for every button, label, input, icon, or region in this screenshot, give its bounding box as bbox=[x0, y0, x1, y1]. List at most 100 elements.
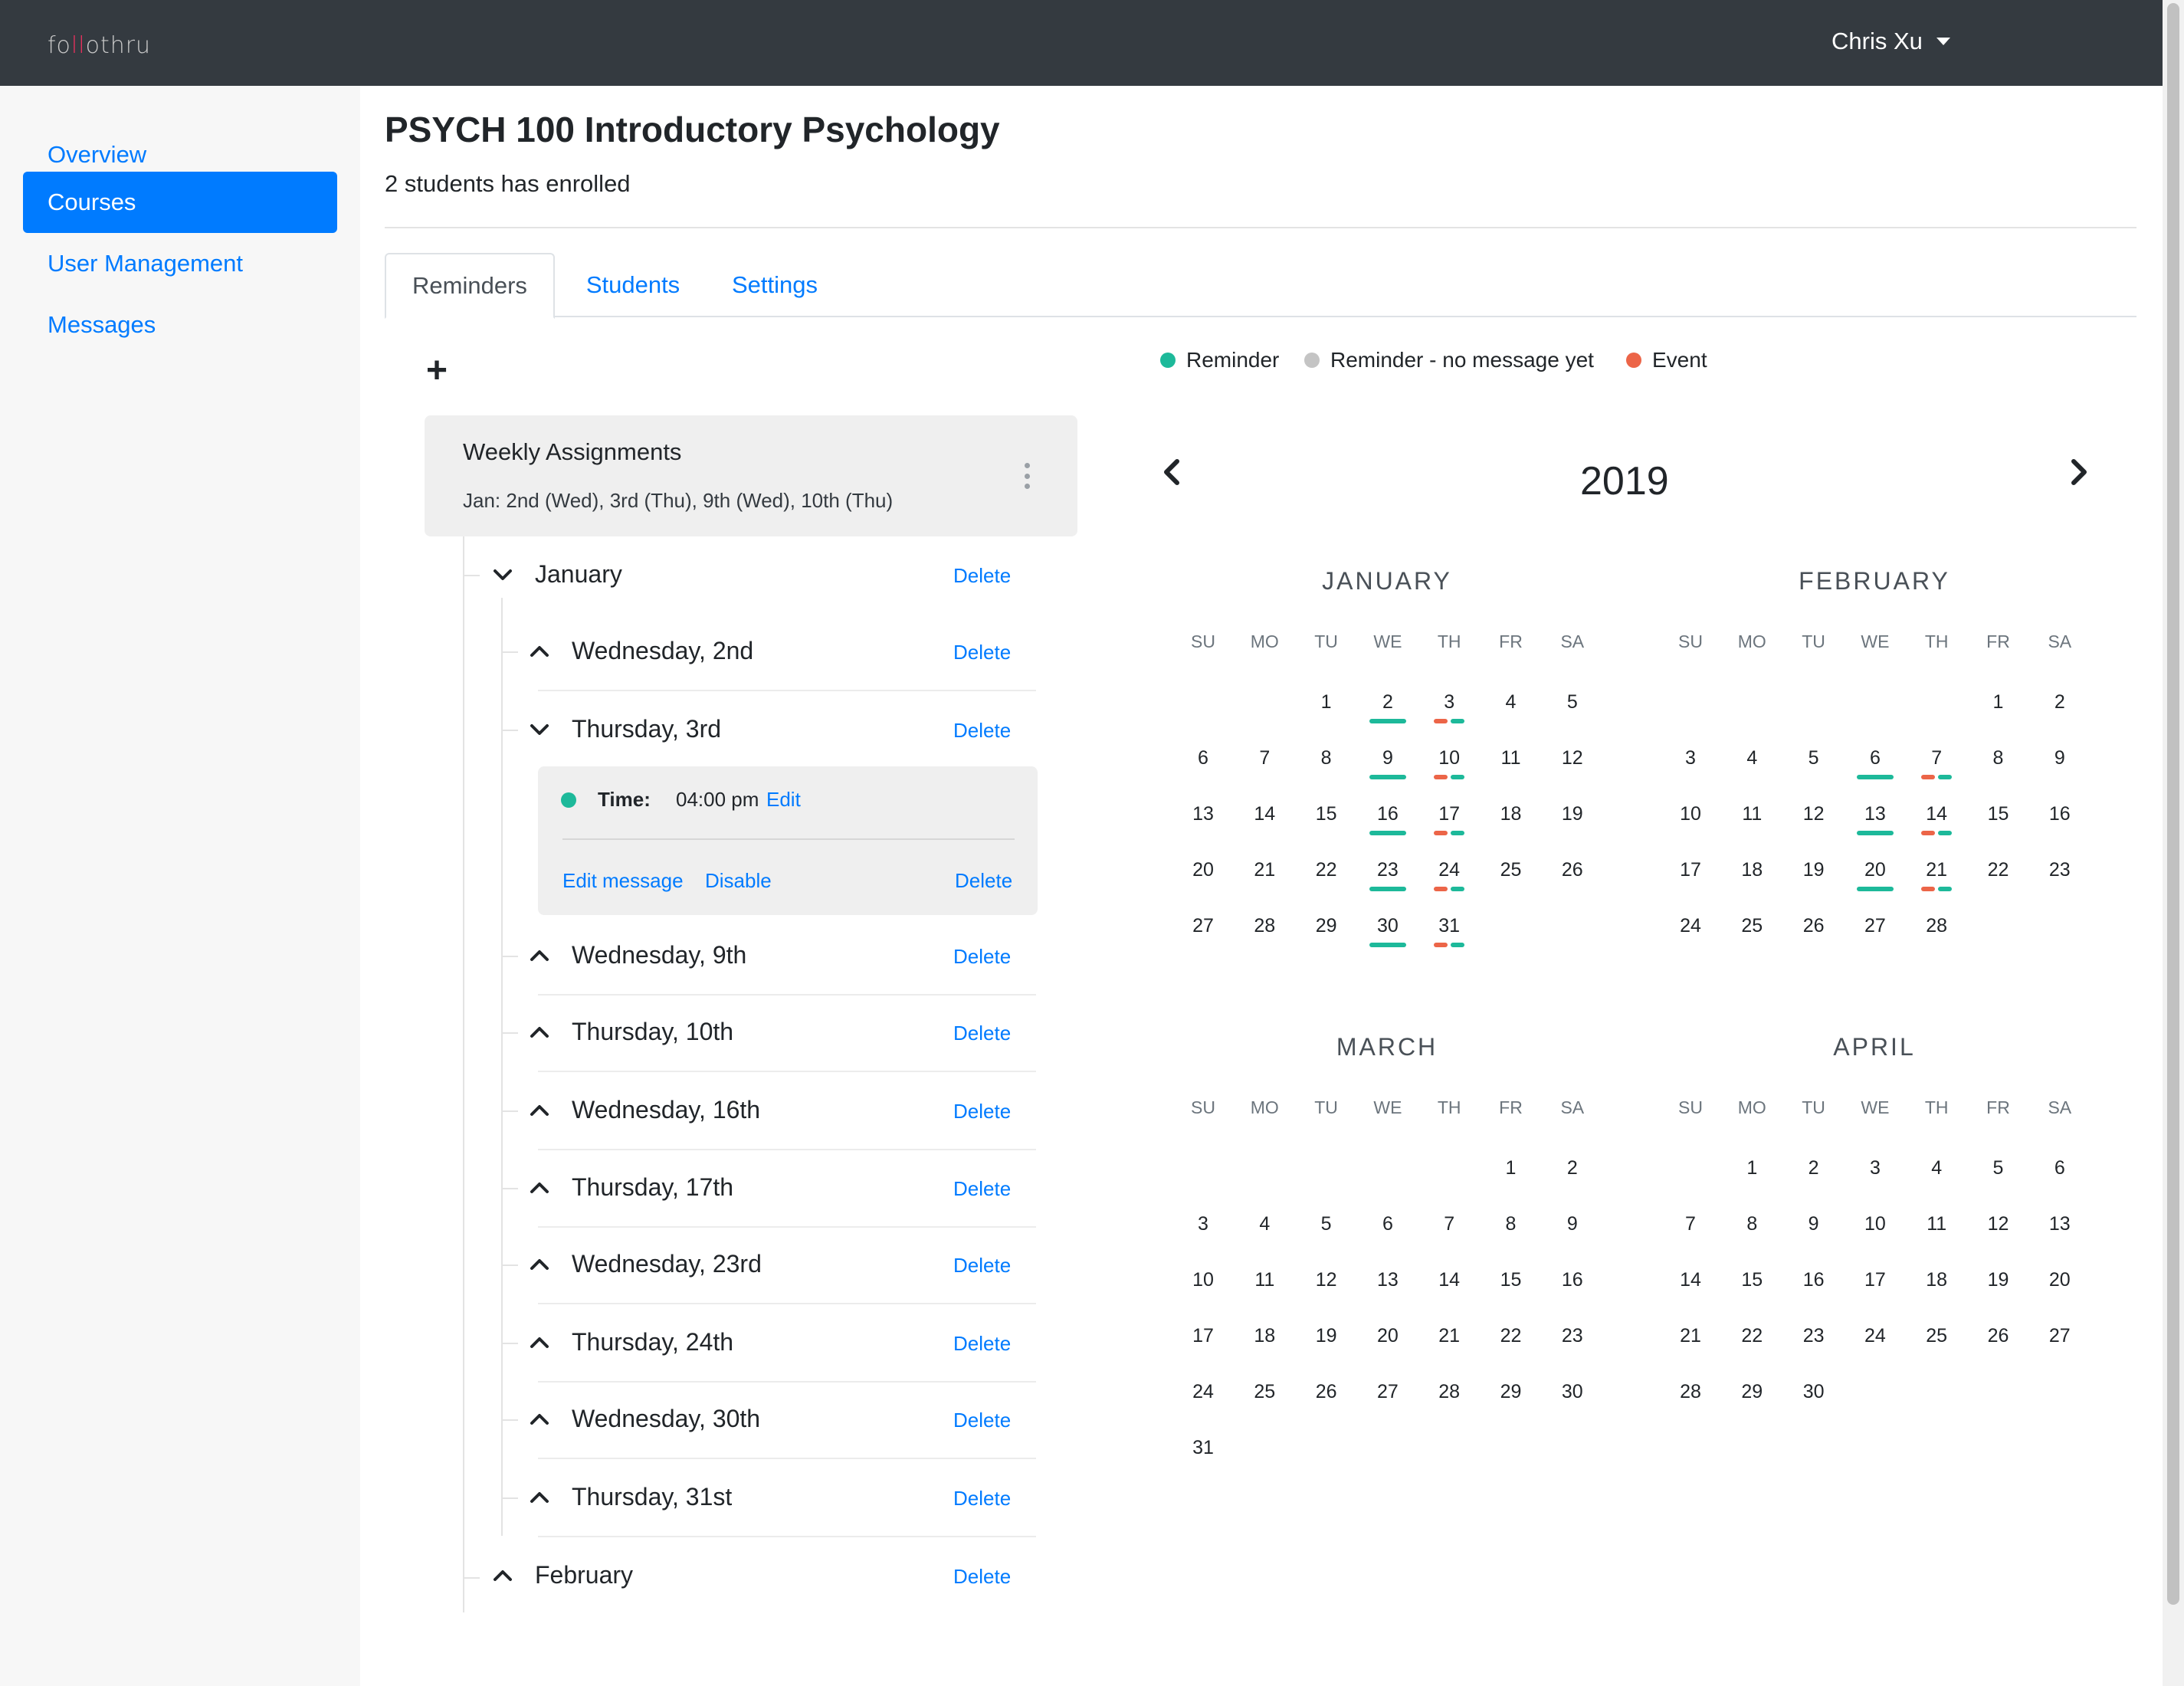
calendar-day[interactable]: 11 bbox=[1913, 1213, 1959, 1235]
calendar-day[interactable]: 13 bbox=[2037, 1213, 2083, 1235]
calendar-day[interactable]: 9 bbox=[1549, 1213, 1595, 1235]
chevron-up-icon[interactable] bbox=[489, 1562, 516, 1589]
calendar-day[interactable]: 8 bbox=[1304, 747, 1349, 769]
calendar-day[interactable]: 5 bbox=[1976, 1157, 2022, 1179]
calendar-day[interactable]: 22 bbox=[1976, 859, 2022, 881]
calendar-day[interactable]: 29 bbox=[1304, 915, 1349, 937]
calendar-day[interactable]: 4 bbox=[1488, 691, 1534, 713]
calendar-day[interactable]: 21 bbox=[1426, 1325, 1472, 1347]
calendar-day[interactable]: 21 bbox=[1913, 859, 1959, 881]
chevron-down-icon[interactable] bbox=[489, 561, 516, 589]
calendar-day[interactable]: 3 bbox=[1180, 1213, 1226, 1235]
calendar-day[interactable]: 24 bbox=[1668, 915, 1713, 937]
calendar-day[interactable]: 24 bbox=[1426, 859, 1472, 881]
sidebar-item-courses[interactable]: Courses bbox=[23, 172, 337, 233]
calendar-day[interactable]: 14 bbox=[1241, 803, 1287, 825]
calendar-day[interactable]: 7 bbox=[1913, 747, 1959, 769]
calendar-day[interactable]: 19 bbox=[1976, 1269, 2022, 1291]
calendar-day[interactable]: 4 bbox=[1913, 1157, 1959, 1179]
calendar-day[interactable]: 15 bbox=[1304, 803, 1349, 825]
calendar-day[interactable]: 2 bbox=[1791, 1157, 1837, 1179]
calendar-day[interactable]: 5 bbox=[1549, 691, 1595, 713]
calendar-day[interactable]: 1 bbox=[1976, 691, 2022, 713]
calendar-day[interactable]: 16 bbox=[2037, 803, 2083, 825]
calendar-day[interactable]: 10 bbox=[1426, 747, 1472, 769]
delete-link[interactable]: Delete bbox=[953, 1254, 1011, 1278]
calendar-day[interactable]: 12 bbox=[1304, 1269, 1349, 1291]
calendar-day[interactable]: 15 bbox=[1488, 1269, 1534, 1291]
delete-link[interactable]: Delete bbox=[953, 719, 1011, 743]
calendar-day[interactable]: 26 bbox=[1791, 915, 1837, 937]
calendar-day[interactable]: 13 bbox=[1852, 803, 1898, 825]
sidebar-item-messages[interactable]: Messages bbox=[23, 294, 337, 356]
calendar-day[interactable]: 8 bbox=[1729, 1213, 1775, 1235]
add-reminder-button[interactable]: + bbox=[426, 353, 448, 389]
calendar-day[interactable]: 18 bbox=[1241, 1325, 1287, 1347]
calendar-day[interactable]: 25 bbox=[1913, 1325, 1959, 1347]
calendar-day[interactable]: 15 bbox=[1729, 1269, 1775, 1291]
calendar-day[interactable]: 11 bbox=[1729, 803, 1775, 825]
calendar-day[interactable]: 23 bbox=[2037, 859, 2083, 881]
calendar-day[interactable]: 17 bbox=[1852, 1269, 1898, 1291]
calendar-day[interactable]: 25 bbox=[1729, 915, 1775, 937]
calendar-day[interactable]: 19 bbox=[1304, 1325, 1349, 1347]
calendar-day[interactable]: 16 bbox=[1365, 803, 1411, 825]
calendar-day[interactable]: 27 bbox=[1852, 915, 1898, 937]
calendar-day[interactable]: 28 bbox=[1913, 915, 1959, 937]
calendar-day[interactable]: 28 bbox=[1668, 1381, 1713, 1403]
calendar-day[interactable]: 9 bbox=[1791, 1213, 1837, 1235]
calendar-day[interactable]: 13 bbox=[1365, 1269, 1411, 1291]
page-scrollbar[interactable] bbox=[2163, 0, 2184, 1686]
user-menu-dropdown[interactable]: Chris Xu bbox=[1831, 28, 1950, 55]
chevron-up-icon[interactable] bbox=[526, 1174, 553, 1202]
app-logo[interactable]: follothru bbox=[48, 32, 151, 59]
calendar-day[interactable]: 30 bbox=[1791, 1381, 1837, 1403]
calendar-day[interactable]: 12 bbox=[1549, 747, 1595, 769]
calendar-day[interactable]: 20 bbox=[1852, 859, 1898, 881]
calendar-day[interactable]: 26 bbox=[1549, 859, 1595, 881]
more-options-icon[interactable] bbox=[1022, 463, 1031, 489]
calendar-day[interactable]: 7 bbox=[1241, 747, 1287, 769]
delete-link[interactable]: Delete bbox=[953, 1177, 1011, 1201]
chevron-up-icon[interactable] bbox=[526, 1484, 553, 1511]
calendar-day[interactable]: 18 bbox=[1729, 859, 1775, 881]
delete-link[interactable]: Delete bbox=[953, 564, 1011, 588]
calendar-day[interactable]: 23 bbox=[1365, 859, 1411, 881]
calendar-day[interactable]: 27 bbox=[2037, 1325, 2083, 1347]
calendar-day[interactable]: 10 bbox=[1180, 1269, 1226, 1291]
calendar-day[interactable]: 16 bbox=[1791, 1269, 1837, 1291]
calendar-day[interactable]: 25 bbox=[1488, 859, 1534, 881]
calendar-day[interactable]: 1 bbox=[1488, 1157, 1534, 1179]
delete-link[interactable]: Delete bbox=[953, 1332, 1011, 1356]
calendar-day[interactable]: 5 bbox=[1304, 1213, 1349, 1235]
calendar-day[interactable]: 6 bbox=[1852, 747, 1898, 769]
calendar-day[interactable]: 20 bbox=[1180, 859, 1226, 881]
calendar-day[interactable]: 21 bbox=[1668, 1325, 1713, 1347]
calendar-day[interactable]: 21 bbox=[1241, 859, 1287, 881]
calendar-day[interactable]: 27 bbox=[1365, 1381, 1411, 1403]
edit-message-link[interactable]: Edit message bbox=[562, 869, 684, 893]
calendar-day[interactable]: 3 bbox=[1668, 747, 1713, 769]
calendar-day[interactable]: 24 bbox=[1852, 1325, 1898, 1347]
calendar-day[interactable]: 10 bbox=[1668, 803, 1713, 825]
calendar-day[interactable]: 14 bbox=[1426, 1269, 1472, 1291]
calendar-day[interactable]: 23 bbox=[1791, 1325, 1837, 1347]
delete-link[interactable]: Delete bbox=[953, 641, 1011, 664]
calendar-day[interactable]: 28 bbox=[1241, 915, 1287, 937]
calendar-day[interactable]: 27 bbox=[1180, 915, 1226, 937]
calendar-day[interactable]: 8 bbox=[1976, 747, 2022, 769]
calendar-day[interactable]: 29 bbox=[1729, 1381, 1775, 1403]
reminder-card[interactable]: Weekly Assignments Jan: 2nd (Wed), 3rd (… bbox=[425, 415, 1077, 536]
chevron-left-icon[interactable] bbox=[1157, 457, 1188, 487]
calendar-day[interactable]: 15 bbox=[1976, 803, 2022, 825]
calendar-day[interactable]: 2 bbox=[1549, 1157, 1595, 1179]
calendar-day[interactable]: 26 bbox=[1976, 1325, 2022, 1347]
calendar-day[interactable]: 9 bbox=[1365, 747, 1411, 769]
calendar-day[interactable]: 29 bbox=[1488, 1381, 1534, 1403]
calendar-day[interactable]: 5 bbox=[1791, 747, 1837, 769]
calendar-day[interactable]: 16 bbox=[1549, 1269, 1595, 1291]
delete-link[interactable]: Delete bbox=[953, 1487, 1011, 1511]
calendar-day[interactable]: 6 bbox=[2037, 1157, 2083, 1179]
calendar-day[interactable]: 20 bbox=[2037, 1269, 2083, 1291]
chevron-up-icon[interactable] bbox=[526, 1406, 553, 1433]
